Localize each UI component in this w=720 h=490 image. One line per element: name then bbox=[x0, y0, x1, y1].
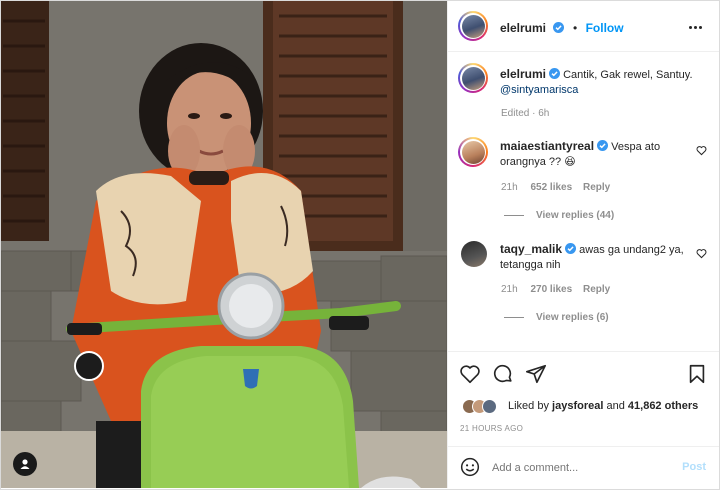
view-replies-button[interactable]: View replies (44) bbox=[504, 210, 614, 221]
post-sidebar: elelrumi • Follow elelrumi Cantik, Gak r… bbox=[447, 1, 719, 488]
header-separator: • bbox=[572, 21, 578, 35]
comment-avatar[interactable] bbox=[458, 137, 488, 167]
post-photo[interactable] bbox=[1, 1, 447, 488]
photo-illustration bbox=[1, 1, 447, 488]
header-user-row: elelrumi • Follow bbox=[500, 19, 624, 37]
comment-likes[interactable]: 652 likes bbox=[530, 182, 572, 193]
author-username[interactable]: elelrumi bbox=[500, 21, 546, 35]
liked-by-and: and bbox=[606, 400, 625, 412]
comment-time: 21h bbox=[501, 182, 518, 193]
comment-likes[interactable]: 270 likes bbox=[530, 284, 572, 295]
comment-meta: 21h 652 likes Reply bbox=[501, 182, 610, 193]
comment-meta: 21h 270 likes Reply bbox=[501, 284, 610, 295]
comment-input[interactable] bbox=[490, 458, 674, 478]
caption: elelrumi Cantik, Gak rewel, Santuy. @sin… bbox=[500, 67, 705, 98]
liked-by-others[interactable]: 41,862 others bbox=[628, 400, 698, 412]
edited-timestamp: Edited · 6h bbox=[501, 108, 550, 119]
comment-item: taqy_malik awas ga undang2 ya, tetangga … bbox=[500, 242, 690, 273]
comment-username[interactable]: taqy_malik bbox=[500, 242, 562, 256]
liked-by-user[interactable]: jaysforeal bbox=[552, 400, 603, 412]
more-options-icon[interactable] bbox=[689, 19, 705, 33]
comment-username[interactable]: maiaestiantyreal bbox=[500, 139, 594, 153]
caption-avatar[interactable] bbox=[458, 63, 488, 93]
post-timestamp[interactable]: 21 HOURS AGO bbox=[460, 424, 523, 433]
caption-mention[interactable]: @sintyamarisca bbox=[500, 84, 578, 96]
follow-button[interactable]: Follow bbox=[586, 21, 624, 35]
view-replies-label: View replies (6) bbox=[536, 312, 609, 323]
view-replies-button[interactable]: View replies (6) bbox=[504, 312, 609, 323]
comment-composer: Post bbox=[448, 446, 719, 489]
share-icon[interactable] bbox=[525, 363, 547, 385]
comment-icon[interactable] bbox=[492, 363, 514, 385]
comment-item: maiaestiantyreal Vespa ato orangnya ?? 😆 bbox=[500, 139, 690, 170]
verified-badge-icon bbox=[597, 140, 609, 151]
comment-text: awas ga undang2 ya, bbox=[579, 244, 684, 256]
comment-text-line2: tetangga nih bbox=[500, 259, 561, 271]
comment-like-heart-icon[interactable] bbox=[696, 145, 707, 156]
post-header: elelrumi • Follow bbox=[448, 1, 719, 52]
post-button[interactable]: Post bbox=[682, 461, 706, 473]
emoji-icon[interactable] bbox=[460, 457, 480, 477]
verified-badge-icon bbox=[549, 68, 561, 79]
verified-badge-icon bbox=[553, 22, 565, 33]
comment-text: Vespa ato bbox=[611, 141, 661, 153]
reply-button[interactable]: Reply bbox=[583, 284, 610, 295]
bookmark-icon[interactable] bbox=[686, 363, 708, 385]
author-avatar[interactable] bbox=[458, 11, 488, 41]
verified-badge-icon bbox=[565, 243, 577, 254]
post-actions: Liked by jaysforeal and 41,862 others 21… bbox=[448, 351, 719, 447]
comment-text-line2: orangnya ?? bbox=[500, 156, 565, 168]
caption-text: Cantik, Gak rewel, Santuy. bbox=[563, 69, 693, 81]
reply-button[interactable]: Reply bbox=[583, 182, 610, 193]
caption-username[interactable]: elelrumi bbox=[500, 67, 546, 81]
comment-time: 21h bbox=[501, 284, 518, 295]
liked-by-summary: Liked by jaysforeal and 41,862 others bbox=[508, 399, 698, 414]
comment-avatar[interactable] bbox=[461, 241, 487, 267]
liked-by-prefix: Liked by bbox=[508, 400, 549, 412]
laughing-emoji: 😆 bbox=[564, 156, 576, 168]
comment-like-heart-icon[interactable] bbox=[696, 248, 707, 259]
view-replies-label: View replies (44) bbox=[536, 210, 615, 221]
user-tag-icon[interactable] bbox=[13, 452, 37, 476]
heart-icon[interactable] bbox=[459, 363, 481, 385]
